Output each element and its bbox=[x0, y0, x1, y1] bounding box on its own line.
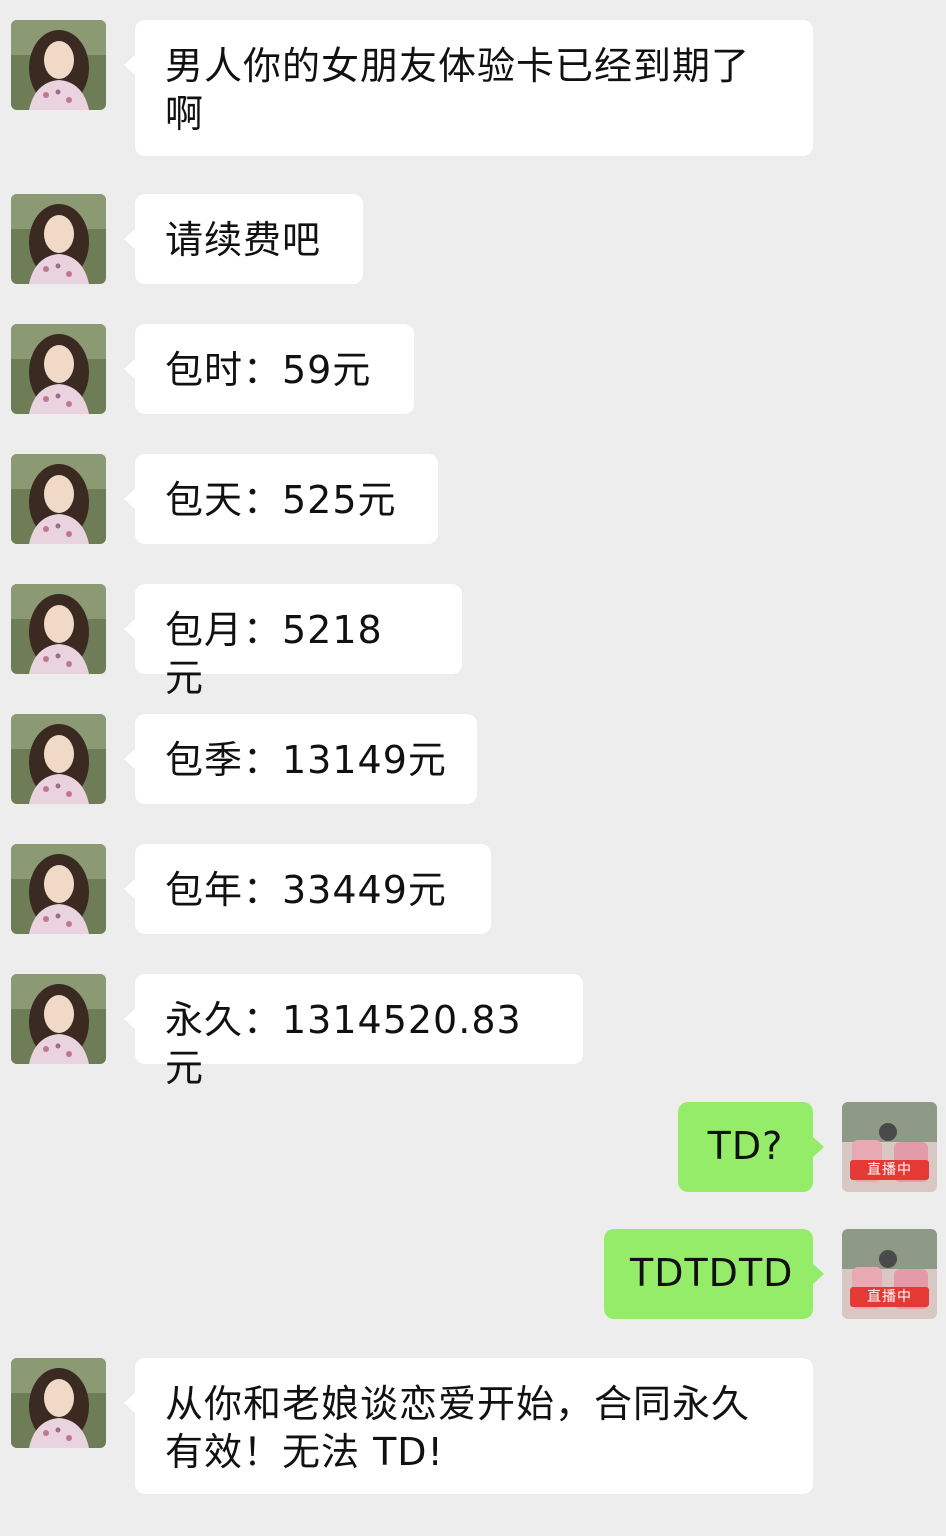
female-profile-photo bbox=[11, 974, 106, 1064]
contact-avatar[interactable] bbox=[11, 584, 106, 674]
user-avatar[interactable]: 直播中 bbox=[842, 1229, 937, 1319]
message-text: 包季：13149元 bbox=[165, 738, 447, 782]
message-bubble[interactable]: 请续费吧 bbox=[124, 194, 363, 284]
contact-avatar[interactable] bbox=[11, 844, 106, 934]
message-text: 从你和老娘谈恋爱开始，合同永久有效！无法 TD! bbox=[165, 1382, 751, 1474]
live-badge: 直播中 bbox=[850, 1287, 929, 1307]
female-profile-photo bbox=[11, 194, 106, 284]
message-text: 包天：525元 bbox=[165, 478, 397, 522]
message-bubble[interactable]: 包季：13149元 bbox=[124, 714, 477, 804]
message-text: 包时：59元 bbox=[165, 348, 372, 392]
message-bubble[interactable]: 包时：59元 bbox=[124, 324, 414, 414]
message-text: 包年：33449元 bbox=[165, 868, 447, 912]
contact-avatar[interactable] bbox=[11, 20, 106, 110]
female-profile-photo bbox=[11, 844, 106, 934]
contact-avatar[interactable] bbox=[11, 974, 106, 1064]
female-profile-photo bbox=[11, 584, 106, 674]
message-text: 包月：5218 元 bbox=[165, 608, 383, 700]
contact-avatar[interactable] bbox=[11, 194, 106, 284]
message-text: TD? bbox=[707, 1124, 784, 1168]
message-bubble[interactable]: 包天：525元 bbox=[124, 454, 438, 544]
female-profile-photo bbox=[11, 1358, 106, 1448]
contact-avatar[interactable] bbox=[11, 714, 106, 804]
message-bubble[interactable]: TDTDTD bbox=[604, 1229, 824, 1319]
message-bubble[interactable]: 男人你的女朋友体验卡已经到期了啊 bbox=[124, 20, 813, 156]
contact-avatar[interactable] bbox=[11, 1358, 106, 1448]
message-text: 永久：1314520.83元 bbox=[165, 998, 522, 1090]
female-profile-photo bbox=[11, 714, 106, 804]
live-badge: 直播中 bbox=[850, 1160, 929, 1180]
message-text: 男人你的女朋友体验卡已经到期了啊 bbox=[165, 44, 751, 136]
female-profile-photo bbox=[11, 20, 106, 110]
message-text: 请续费吧 bbox=[165, 218, 322, 262]
message-bubble[interactable]: 永久：1314520.83元 bbox=[124, 974, 583, 1090]
contact-avatar[interactable] bbox=[11, 324, 106, 414]
message-text: TDTDTD bbox=[630, 1251, 794, 1295]
contact-avatar[interactable] bbox=[11, 454, 106, 544]
message-bubble[interactable]: 包年：33449元 bbox=[124, 844, 491, 934]
message-bubble[interactable]: 包月：5218 元 bbox=[124, 584, 462, 700]
female-profile-photo bbox=[11, 324, 106, 414]
message-bubble[interactable]: TD? bbox=[678, 1102, 824, 1192]
female-profile-photo bbox=[11, 454, 106, 544]
message-bubble[interactable]: 从你和老娘谈恋爱开始，合同永久有效！无法 TD! bbox=[124, 1358, 813, 1494]
user-avatar[interactable]: 直播中 bbox=[842, 1102, 937, 1192]
